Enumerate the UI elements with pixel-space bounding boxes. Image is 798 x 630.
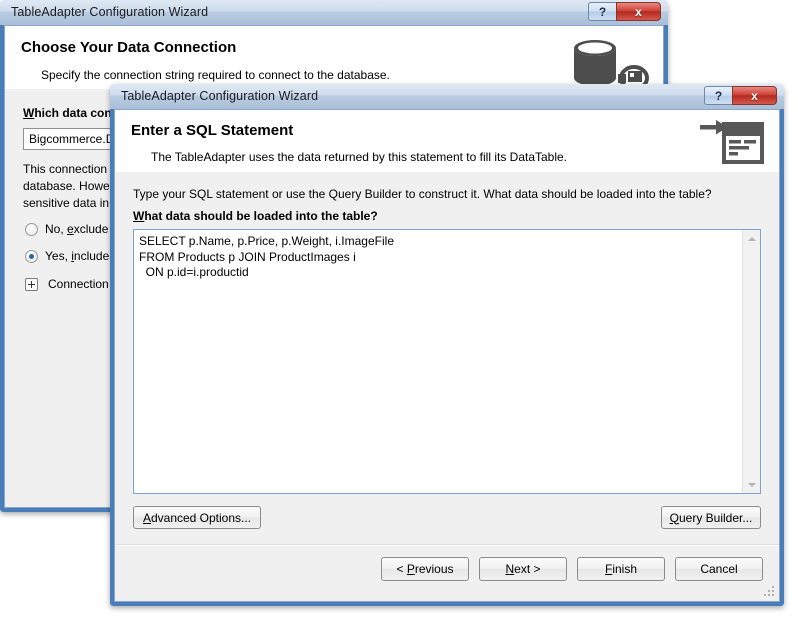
sql-prompt-mnemonic: W [133,209,145,223]
sql-statement-text: SELECT p.Name, p.Price, p.Weight, i.Imag… [139,234,394,279]
close-button[interactable]: x [616,2,661,21]
radio-include-sensitive-data[interactable]: Yes, include s [25,249,119,263]
foreground-header-band: Enter a SQL Statement The TableAdapter u… [115,110,779,173]
radio-exclude-sensitive-data[interactable]: No, exclude s [25,222,118,236]
advanced-options-button[interactable]: Advanced Options... [133,506,261,529]
help-button[interactable]: ? [588,2,616,21]
which-connection-mnemonic: W [23,106,35,120]
footer-separator [115,544,779,546]
page-subtitle: The TableAdapter uses the data returned … [151,150,568,164]
background-window-title: TableAdapter Configuration Wizard [11,5,209,19]
background-header-band: Choose Your Data Connection Specify the … [5,26,663,91]
foreground-wizard-window[interactable]: TableAdapter Configuration Wizard ? x En… [110,84,784,606]
background-page-title: Choose Your Data Connection [21,39,237,56]
sql-instruction-text: Type your SQL statement or use the Query… [133,187,712,201]
expand-plus-icon[interactable] [25,277,38,291]
resize-grip[interactable] [764,586,776,598]
connection-string-expander[interactable]: Connection [25,277,109,291]
foreground-window-client: Enter a SQL Statement The TableAdapter u… [114,109,780,602]
sql-prompt-label: What data should be loaded into the tabl… [133,209,378,223]
advanced-options-label: dvanced Options... [150,510,252,525]
sql-textarea-scrollbar[interactable] [742,230,760,493]
radio-include-label: Yes, include s [45,249,119,263]
query-builder-button[interactable]: Query Builder... [661,506,761,529]
connection-string-expander-label: Connection [48,277,109,291]
cancel-button[interactable]: Cancel [675,557,763,581]
next-button[interactable]: Next > [479,557,567,581]
query-builder-label: uery Builder... [678,510,753,525]
background-page-subtitle: Specify the connection string required t… [41,68,390,82]
radio-include-marker [25,249,38,263]
radio-exclude-label: No, exclude s [45,222,118,236]
page-title: Enter a SQL Statement [131,122,294,139]
help-button[interactable]: ? [704,86,732,105]
wizard-footer-buttons: < Previous Next > Finish Cancel [381,557,763,581]
background-window-titlebar[interactable]: TableAdapter Configuration Wizard ? x [0,0,668,25]
sql-statement-icon [700,120,766,166]
radio-exclude-marker [25,222,38,236]
which-connection-label: Which data conn [23,106,119,120]
foreground-body: Type your SQL statement or use the Query… [115,172,779,601]
advanced-options-mnemonic: A [142,510,151,525]
query-builder-mnemonic: Q [669,510,679,525]
sql-prompt-rest: hat data should be loaded into the table… [144,209,378,223]
finish-button[interactable]: Finish [577,557,665,581]
which-connection-label-rest: hich data conn [34,106,120,120]
foreground-window-title: TableAdapter Configuration Wizard [121,89,319,103]
background-caption-buttons: ? x [588,2,661,21]
scroll-up-icon[interactable] [743,230,760,247]
foreground-caption-buttons: ? x [704,86,777,105]
scroll-down-icon[interactable] [743,476,760,493]
close-button[interactable]: x [732,86,777,105]
database-icon [569,38,653,91]
sql-statement-textarea[interactable]: SELECT p.Name, p.Price, p.Weight, i.Imag… [133,229,761,494]
previous-button[interactable]: < Previous [381,557,469,581]
foreground-window-titlebar[interactable]: TableAdapter Configuration Wizard ? x [110,84,784,109]
